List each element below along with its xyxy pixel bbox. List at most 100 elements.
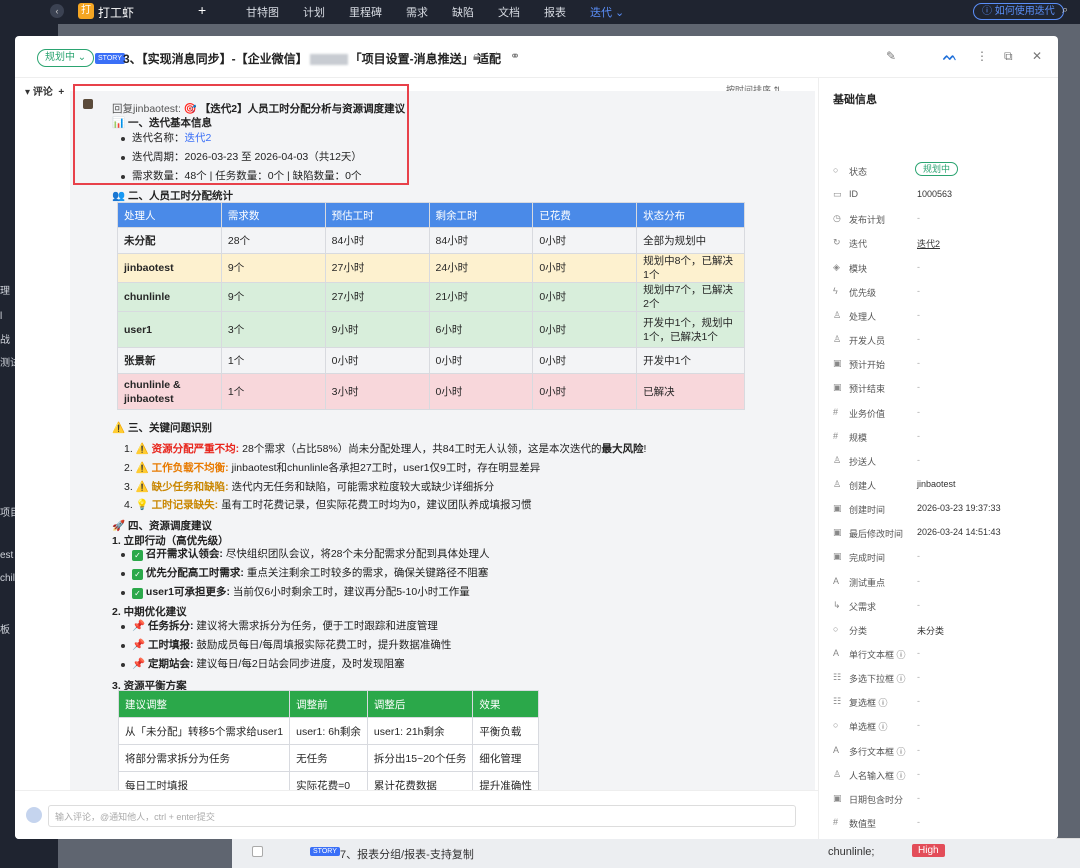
field-value[interactable]: - [917,576,920,586]
field-label: 业务价值 [849,408,886,419]
close-icon[interactable]: ✕ [1032,49,1042,63]
back-icon[interactable]: ‹ [50,4,64,18]
table-cell: 84小时 [324,227,430,254]
sidebar-item-0[interactable]: 理 [0,282,10,297]
field-value[interactable]: - [917,213,920,223]
field-value[interactable]: - [917,286,920,296]
field-icon: ☷ [833,696,842,707]
field-value[interactable]: - [917,745,920,755]
field-icon: ▣ [833,551,842,562]
field-icon: ▣ [833,527,842,538]
sidebar-item-5[interactable]: est [0,550,13,561]
field-row: # 数值型 - [833,817,1053,835]
nav-tab-0[interactable]: 甘特图 [246,4,279,20]
field-value[interactable]: 未分类 [917,624,944,637]
link-icon[interactable]: ⚭ [510,49,520,63]
table-row: jinbaotest 9个 27小时 24小时 0小时 规划中8个，已解决1个 [117,253,745,283]
field-label: ID [849,189,858,200]
nav-tab-1[interactable]: 计划 [303,4,325,20]
table-row: 未分配 28个 84小时 84小时 0小时 全部为规划中 [117,227,745,254]
table-cell: 0小时 [532,282,638,312]
field-value[interactable]: - [917,262,920,272]
project-name[interactable]: 打工虾 [98,4,134,21]
mid-key: 任务拆分: [148,620,194,632]
sidebar-item-2[interactable]: 战 [0,331,10,346]
nav-tab-4[interactable]: 缺陷 [452,4,474,20]
nav-tab-3[interactable]: 需求 [406,4,428,20]
row-checkbox[interactable] [252,846,263,857]
field-value[interactable]: 1000563 [917,189,952,199]
comment-section-toggle[interactable]: ▾ 评论 + [25,83,64,98]
field-icon: ↻ [833,237,841,248]
field-value[interactable]: - [917,648,920,658]
field-row: ↳ 父需求 - [833,600,1053,618]
issue-item: 4. 💡 工时记录缺失: 虽有工时花费记录，但实际花费工时均为0，建议团队养成填… [124,497,531,512]
field-value[interactable]: - [917,358,920,368]
table-header-cell: 效果 [472,690,539,718]
table-cell: 每日工时填报 [117,771,291,790]
field-value[interactable]: 规划中 [915,162,959,176]
add-icon[interactable]: + [198,2,206,18]
field-value[interactable]: - [917,334,920,344]
more-icon[interactable]: ⋮ [976,49,988,63]
field-value[interactable]: - [917,696,920,706]
field-label: 预计开始 [849,360,886,371]
field-icon: ▣ [833,382,842,393]
pin-icon: 📌 [132,639,148,651]
help-button[interactable]: ⓘ 如何使用迭代 [973,3,1064,20]
table-cell: 9个 [220,253,326,283]
field-value[interactable]: 2026-03-23 19:37:33 [917,503,1001,513]
field-value[interactable]: - [917,407,920,417]
field-value[interactable]: - [917,769,920,779]
field-row: ○ 单选框 ⓘ - [833,720,1053,738]
story-detail-modal: 规划中 ⌄ STORY 3、【实现消息同步】-【企业微信】 「项目设置-消息推送」… [15,36,1058,839]
field-value[interactable]: - [917,431,920,441]
field-value[interactable]: - [917,672,920,682]
sidebar-item-6[interactable]: chil [0,573,15,584]
issue-end: ! [643,443,647,455]
table-cell: 0小时 [532,311,638,348]
star-icon[interactable]: ☆ [491,49,502,63]
field-value[interactable]: - [917,382,920,392]
field-label: 分类 [849,625,868,636]
field-value[interactable]: - [917,720,920,730]
search-icon[interactable]: ⌕ [1062,4,1068,17]
nav-tab-6[interactable]: 报表 [544,4,566,20]
field-label: 数值型 [849,819,877,830]
field-row: A 多行文本框 ⓘ - [833,745,1053,763]
mid-key: 定期站会: [148,658,194,670]
field-value[interactable]: - [917,455,920,465]
action-key: user1可承担更多: [145,586,230,598]
window-icon[interactable]: ⧉ [1004,49,1013,64]
field-label: 单行文本框 ⓘ [849,650,906,660]
top-nav: 甘特图 计划 里程碑 需求 缺陷 文档 报表 迭代 ⌄ [246,4,648,20]
nav-tab-5[interactable]: 文档 [498,4,520,20]
field-value[interactable]: jinbaotest [917,479,956,489]
field-value[interactable]: 迭代2 [917,237,940,250]
field-icon: A [833,744,840,755]
field-value[interactable]: - [917,551,920,561]
nav-tab-2[interactable]: 里程碑 [349,4,382,20]
field-value[interactable]: - [917,600,920,610]
nav-tab-7[interactable]: 迭代 ⌄ [590,4,624,20]
sidebar-item-1[interactable]: l [0,311,2,322]
field-label: 规模 [849,432,868,443]
field-label: 状态 [849,167,868,177]
field-label: 迭代 [849,239,868,250]
modal-title[interactable]: 3、【实现消息同步】-【企业微信】 「项目设置-消息推送」 适配 [123,50,501,67]
lock-icon[interactable]: 🔒︎ [473,49,479,64]
sidebar-item-7[interactable]: 板 [0,621,10,636]
table-cell: 实际花费=0 [289,771,368,790]
field-value[interactable]: 2026-03-24 14:51:43 [917,527,1001,537]
row-title[interactable]: 7、报表分组/报表-支持复制 [340,846,474,862]
status-dropdown[interactable]: 规划中 ⌄ [37,49,95,67]
table-cell: 3小时 [324,373,430,410]
field-value[interactable]: - [917,817,920,827]
field-row: ▣ 预计开始 - [833,358,1053,376]
comment-input[interactable]: 输入评论，@通知他人，ctrl + enter提交 [48,805,796,827]
field-value[interactable]: - [917,310,920,320]
edit-icon[interactable]: ✎ [886,49,896,63]
ai-icon[interactable]: ᨓ [943,49,957,64]
issue-text: 虽有工时花费记录，但实际花费工时均为0，建议团队养成填报习惯 [218,499,532,511]
field-value[interactable]: - [917,793,920,803]
